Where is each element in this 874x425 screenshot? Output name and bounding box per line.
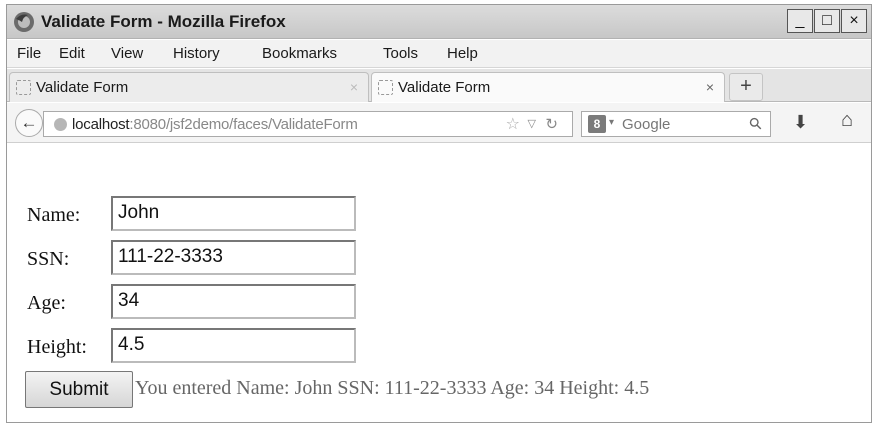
url-host: localhost — [72, 116, 130, 133]
height-label: Height: — [27, 336, 87, 358]
magnifier-icon[interactable]: ⚲ — [745, 113, 767, 135]
browser-window: Validate Form - Mozilla Firefox _ □ × Fi… — [6, 4, 872, 423]
menu-bookmarks[interactable]: Bookmarks — [262, 45, 337, 62]
tab-close-icon[interactable]: × — [350, 79, 358, 95]
ssn-label: SSN: — [27, 248, 70, 270]
ssn-input[interactable]: 111-22-3333 — [111, 240, 356, 275]
menu-bar: File Edit View History Bookmarks Tools H… — [7, 40, 871, 68]
search-placeholder: Google — [622, 116, 671, 133]
globe-icon — [54, 118, 67, 131]
maximize-button[interactable]: □ — [814, 9, 840, 33]
search-bar[interactable]: 8 ▾ Google ⚲ — [581, 111, 771, 137]
age-label: Age: — [27, 292, 66, 314]
menu-help[interactable]: Help — [447, 45, 478, 62]
menu-edit[interactable]: Edit — [59, 45, 85, 62]
minimize-button[interactable]: _ — [787, 9, 813, 33]
name-input[interactable]: John — [111, 196, 356, 231]
page-icon — [378, 80, 393, 95]
tab-validate-form-2[interactable]: Validate Form × — [371, 72, 725, 102]
height-input[interactable]: 4.5 — [111, 328, 356, 363]
tab-close-icon[interactable]: × — [706, 79, 714, 95]
tab-validate-form-1[interactable]: Validate Form × — [9, 72, 369, 102]
dropmarker-icon[interactable]: ▽ — [528, 117, 536, 130]
tab-label: Validate Form — [36, 79, 129, 96]
navigation-bar: ← localhost:8080/jsf2demo/faces/Validate… — [7, 103, 871, 143]
home-icon[interactable]: ⌂ — [841, 109, 853, 132]
engine-dropdown-icon[interactable]: ▾ — [609, 117, 614, 128]
tab-label: Validate Form — [398, 79, 491, 96]
menu-view[interactable]: View — [111, 45, 143, 62]
output-text: You entered Name: John SSN: 111-22-3333 … — [135, 377, 650, 399]
google-icon[interactable]: 8 — [588, 115, 606, 133]
name-label: Name: — [27, 204, 81, 226]
close-button[interactable]: × — [841, 9, 867, 33]
page-icon — [16, 80, 31, 95]
menu-tools[interactable]: Tools — [383, 45, 418, 62]
new-tab-button[interactable]: + — [729, 73, 763, 101]
firefox-logo-icon — [14, 12, 34, 32]
submit-button[interactable]: Submit — [25, 371, 133, 408]
window-title: Validate Form - Mozilla Firefox — [41, 12, 286, 31]
star-icon[interactable]: ☆ — [506, 114, 520, 134]
menu-history[interactable]: History — [173, 45, 220, 62]
url-bar[interactable]: localhost:8080/jsf2demo/faces/ValidateFo… — [43, 111, 573, 137]
back-arrow-icon[interactable]: ← — [15, 109, 43, 137]
tab-bar: Validate Form × Validate Form × + — [7, 69, 871, 102]
download-icon[interactable]: ⬇ — [793, 112, 808, 133]
menu-file[interactable]: File — [17, 45, 41, 62]
age-input[interactable]: 34 — [111, 284, 356, 319]
url-text: localhost:8080/jsf2demo/faces/ValidateFo… — [72, 116, 358, 133]
page-content: Name: John SSN: 111-22-3333 Age: 34 Heig… — [7, 144, 871, 422]
url-path: :8080/jsf2demo/faces/ValidateForm — [129, 116, 358, 133]
title-bar: Validate Form - Mozilla Firefox _ □ × — [7, 5, 871, 39]
reload-icon[interactable]: ↻ — [545, 115, 558, 133]
